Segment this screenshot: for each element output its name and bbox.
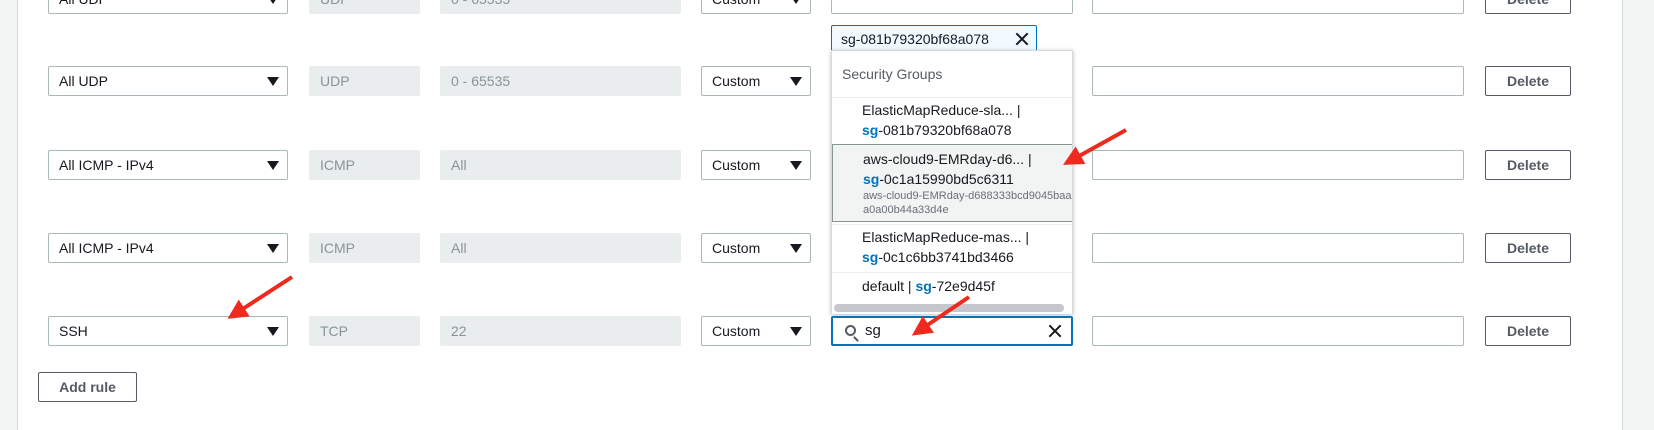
type-select-value: All UDP [59,73,109,89]
description-input[interactable] [1092,0,1464,14]
description-input[interactable] [1092,66,1464,96]
type-select-value: All ICMP - IPv4 [59,240,154,256]
port-range-field: All [440,233,681,263]
option-sg-id: -72e9d45f [931,278,995,294]
description-input[interactable] [1092,316,1464,346]
source-type-select[interactable]: Custom [701,0,811,14]
dropdown-option[interactable]: ElasticMapReduce-mas... | sg-0c1c6bb3741… [832,224,1072,270]
security-groups-dropdown: Security Groups ElasticMapReduce-sla... … [831,50,1073,314]
source-type-select[interactable]: Custom [701,66,811,96]
chevron-down-icon [267,77,279,86]
source-type-value: Custom [712,0,760,7]
inbound-rules-panel [17,0,1623,430]
delete-button[interactable]: Delete [1485,233,1571,263]
type-select-value: SSH [59,323,88,339]
option-sg-prefix: sg [863,171,880,187]
dropdown-option[interactable]: default | sg-72e9d45f [832,272,1072,302]
source-search-input[interactable]: sg [831,316,1073,346]
search-query: sg [865,322,881,339]
chevron-down-icon [790,0,802,4]
protocol-field: ICMP [309,150,420,180]
option-name: aws-cloud9-EMRday-d6... | [863,151,1032,167]
description-input[interactable] [1092,150,1464,180]
type-select[interactable]: SSH [48,316,288,346]
protocol-field: UDP [309,66,420,96]
search-icon [845,325,856,336]
option-sg-id: -081b79320bf68a078 [878,122,1012,138]
dropdown-header: Security Groups [842,66,943,82]
description-input[interactable] [1092,233,1464,263]
source-type-value: Custom [712,323,761,339]
dropdown-option[interactable]: ElasticMapReduce-sla... | sg-081b79320bf… [832,97,1072,141]
option-name: ElasticMapReduce-mas... | [862,229,1030,245]
source-type-value: Custom [712,157,761,173]
port-range-field: 0 - 65535 [440,0,681,14]
chevron-down-icon [790,244,802,253]
option-description: aws-cloud9-EMRday-d688333bcd9045baaa0a00… [863,190,1072,216]
chevron-down-icon [267,0,279,4]
remove-token-icon[interactable] [1015,32,1029,46]
protocol-field: TCP [309,316,420,346]
source-type-value: Custom [712,240,761,256]
source-type-select[interactable]: Custom [701,150,811,180]
chevron-down-icon [267,244,279,253]
option-sg-prefix: sg [862,122,879,138]
port-range-field: 0 - 65535 [440,66,681,96]
port-range-field: 22 [440,316,681,346]
delete-button[interactable]: Delete [1485,150,1571,180]
source-search-input[interactable] [831,0,1073,14]
option-name: ElasticMapReduce-sla... | [862,102,1021,118]
option-sg-id: -0c1c6bb3741bd3466 [878,249,1014,265]
add-rule-button[interactable]: Add rule [38,372,137,402]
chevron-down-icon [790,327,802,336]
source-type-select[interactable]: Custom [701,316,811,346]
type-select[interactable]: All UDP [48,66,288,96]
clear-search-icon[interactable] [1048,324,1062,338]
option-sg-id: -0c1a15990bd5c6311 [879,171,1014,187]
delete-button[interactable]: Delete [1485,66,1571,96]
dropdown-option-highlighted[interactable]: aws-cloud9-EMRday-d6... | sg-0c1a15990bd… [832,144,1072,222]
option-sg-prefix: sg [862,249,879,265]
token-label: sg-081b79320bf68a078 [841,31,989,47]
chevron-down-icon [267,161,279,170]
selected-security-group-token: sg-081b79320bf68a078 [831,25,1037,53]
protocol-field: UDP [309,0,420,14]
delete-button[interactable]: Delete [1485,316,1571,346]
protocol-field: ICMP [309,233,420,263]
port-range-field: All [440,150,681,180]
chevron-down-icon [267,327,279,336]
chevron-down-icon [790,77,802,86]
type-select-value: All UDP [59,0,108,7]
chevron-down-icon [790,161,802,170]
type-select[interactable]: All ICMP - IPv4 [48,233,288,263]
option-sg-prefix: sg [915,278,932,294]
type-select[interactable]: All UDP [48,0,288,14]
source-type-select[interactable]: Custom [701,233,811,263]
type-select-value: All ICMP - IPv4 [59,157,154,173]
type-select[interactable]: All ICMP - IPv4 [48,150,288,180]
source-type-value: Custom [712,73,761,89]
option-name: default | [862,278,912,294]
delete-button[interactable]: Delete [1485,0,1571,14]
